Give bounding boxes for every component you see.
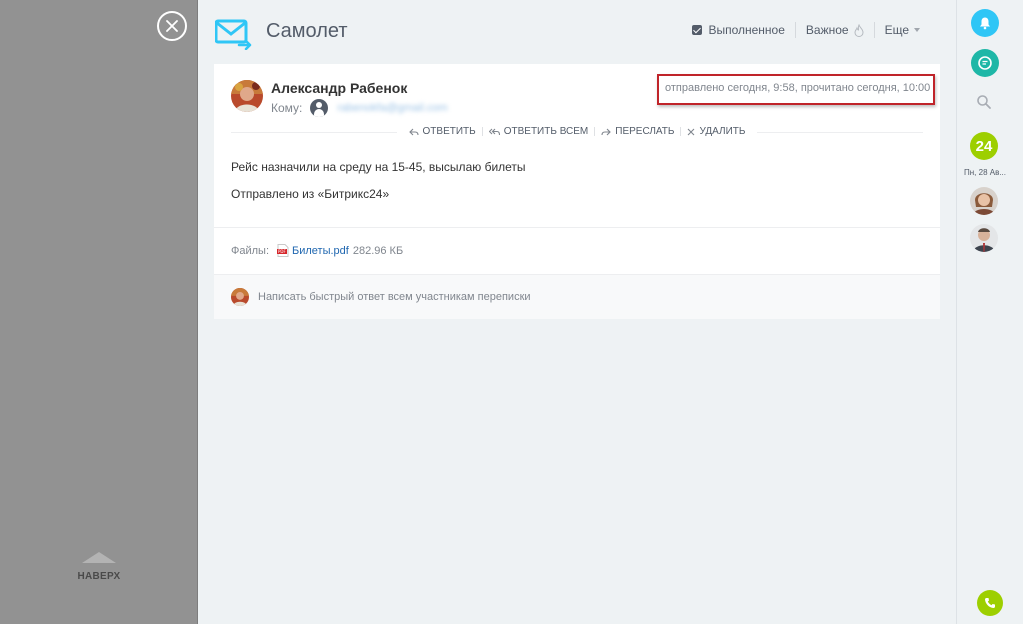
message-card: Александр Рабенок Кому: rabenokfa@gmail.… [214,64,940,319]
to-top-label: НАВЕРХ [77,571,121,582]
done-toggle[interactable]: Выполненное [682,23,794,37]
message-actions: Ответить Ответить всем Переслать [214,126,940,137]
notifications-button[interactable] [971,9,999,37]
overlay[interactable]: НАВЕРХ [0,0,198,624]
attachment-link[interactable]: Билеты.pdf [292,245,349,257]
files-label: Файлы: [231,244,270,257]
avatar[interactable] [970,224,998,252]
recipient-email[interactable]: rabenokfa@gmail.com [337,102,447,114]
reply-icon [408,128,419,135]
reply-all-button[interactable]: Ответить всем [483,126,595,137]
close-icon [688,128,695,135]
delete-label: Удалить [699,126,746,137]
chevron-down-icon [914,28,920,32]
message-body-line: Рейс назначили на среду на 15-45, высыла… [231,160,526,174]
sent-read-status: отправлено сегодня, 9:58, прочитано сего… [657,74,935,105]
reply-label: Ответить [422,126,476,137]
right-sidebar: 24 Пн, 28 Ав... [956,0,1023,624]
to-label: Кому: [271,101,303,115]
done-checkbox[interactable] [692,25,703,35]
sender-name[interactable]: Александр Рабенок [271,80,407,96]
date-label: Пн, 28 Ав... [964,168,1006,177]
page-title: Самолет [266,20,348,42]
chat-button[interactable] [971,49,999,77]
reply-all-label: Ответить всем [503,126,589,137]
divider [214,227,940,228]
flame-icon [854,23,864,37]
reply-all-icon [488,128,500,135]
pdf-file-icon: PDF [277,244,289,257]
mail-forward-icon [215,19,252,50]
to-top-button[interactable]: НАВЕРХ [60,552,138,582]
contact-avatar-image [970,187,998,215]
mail-panel: Самолет Выполненное Важное Еще Александр… [198,0,956,624]
attachments-row: Файлы: PDF Билеты.pdf 282.96 КБ [231,244,403,257]
quick-reply-placeholder: Написать быстрый ответ всем участникам п… [258,291,531,303]
close-button[interactable] [157,11,187,41]
recipients-row: Кому: rabenokfa@gmail.com [271,99,448,117]
avatar [231,288,249,306]
more-menu-button[interactable]: Еще [875,23,930,37]
important-label: Важное [805,23,849,37]
panel-header: Самолет Выполненное Важное Еще [198,0,956,64]
avatar[interactable] [231,80,263,112]
delete-button[interactable]: Удалить [681,126,751,137]
user-icon [310,99,329,117]
svg-text:PDF: PDF [278,249,286,254]
important-toggle[interactable]: Важное [796,23,874,37]
chat-icon [978,56,992,70]
user-avatar-image [231,288,249,306]
header-actions: Выполненное Важное Еще [682,22,930,38]
forward-label: Переслать [615,126,675,137]
phone-icon [985,598,995,608]
bell-icon [980,17,990,30]
search-icon[interactable] [976,94,992,110]
attachment-size: 282.96 КБ [352,244,404,257]
forward-icon [601,128,612,135]
more-label: Еще [884,23,909,37]
message-body-line: Отправлено из «Битрикс24» [231,187,390,201]
forward-button[interactable]: Переслать [595,126,680,137]
call-button[interactable] [977,590,1003,616]
arrow-up-icon [82,552,116,563]
avatar[interactable] [970,187,998,215]
done-label: Выполненное [708,23,785,37]
reply-button[interactable]: Ответить [403,126,482,137]
sender-avatar-image [231,80,263,112]
quick-reply-field[interactable]: Написать быстрый ответ всем участникам п… [214,275,940,319]
contact-avatar-image [970,224,998,252]
bitrix24-counter[interactable]: 24 [970,132,998,160]
close-icon [166,20,178,32]
